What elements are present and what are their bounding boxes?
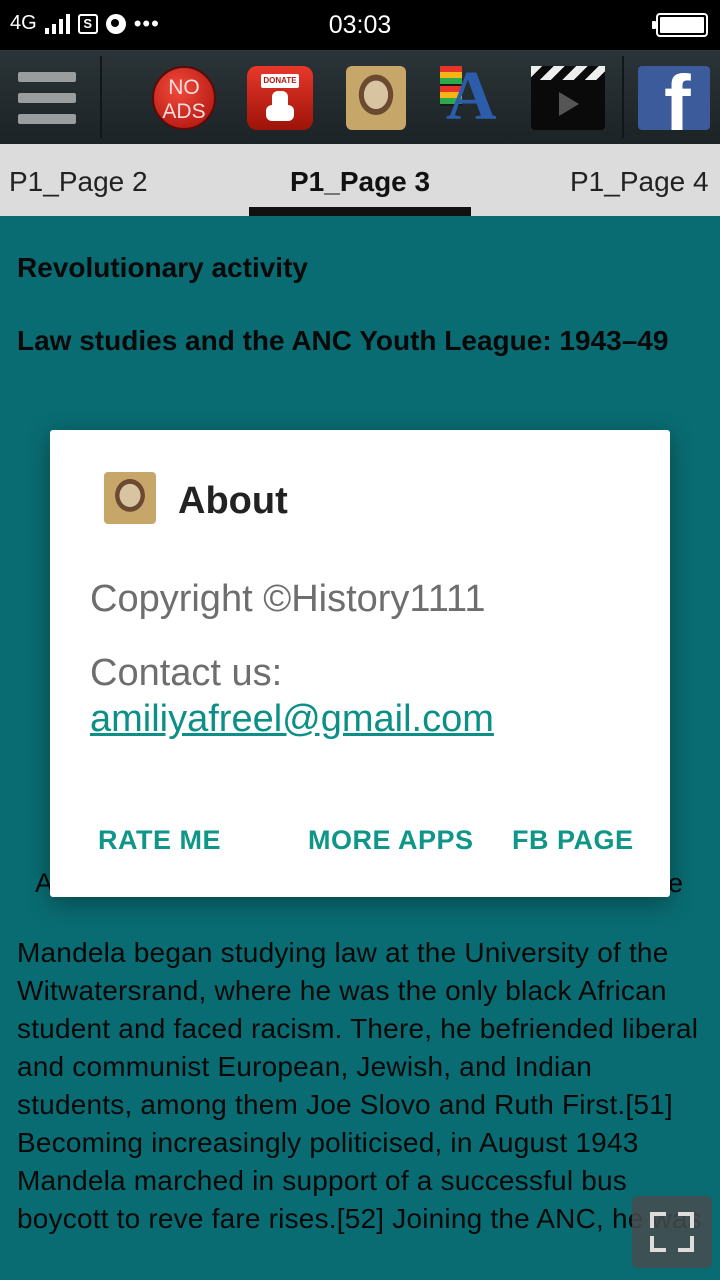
dialog-title: About [178,480,288,522]
menu-icon[interactable] [18,72,76,124]
toolbar-divider [100,56,102,138]
tab-page-4[interactable]: P1_Page 4 [570,166,709,198]
video-clapper-icon[interactable] [531,66,605,130]
toolbar-divider [622,56,624,138]
facebook-icon[interactable]: f [638,66,710,130]
about-dialog: About Copyright ©History1111 Contact us:… [50,430,670,897]
pointing-hand-icon [266,91,294,121]
fb-page-button[interactable]: FB PAGE [512,825,634,856]
selected-tab-indicator [249,207,471,216]
more-apps-button[interactable]: MORE APPS [308,825,474,856]
copyright-text: Copyright ©History1111 [90,578,486,620]
clock: 03:03 [328,11,392,39]
rate-me-button[interactable]: RATE ME [98,825,221,856]
contact-label: Contact us: [90,652,283,694]
page-tabs: P1_Page 2 P1_Page 3 P1_Page 4 [0,144,720,216]
fullscreen-button[interactable] [632,1196,712,1268]
mandela-portrait-icon[interactable] [346,66,406,130]
donate-icon[interactable]: DONATE [247,66,313,130]
contact-email-link[interactable]: amiliyafreel@gmail.com [90,698,494,741]
app-icon [104,472,156,524]
no-ads-icon[interactable]: NO ADS [152,66,216,130]
mandela-portrait-icon [104,472,156,524]
battery-icon [652,13,708,37]
status-bar: 4G S ••• 03:03 [0,0,720,50]
tab-page-3[interactable]: P1_Page 3 [290,166,430,198]
app-toolbar: NO ADS DONATE A f [0,50,720,144]
font-app-icon[interactable]: A [438,62,504,132]
play-icon [559,92,579,116]
tab-page-2[interactable]: P1_Page 2 [9,166,148,198]
